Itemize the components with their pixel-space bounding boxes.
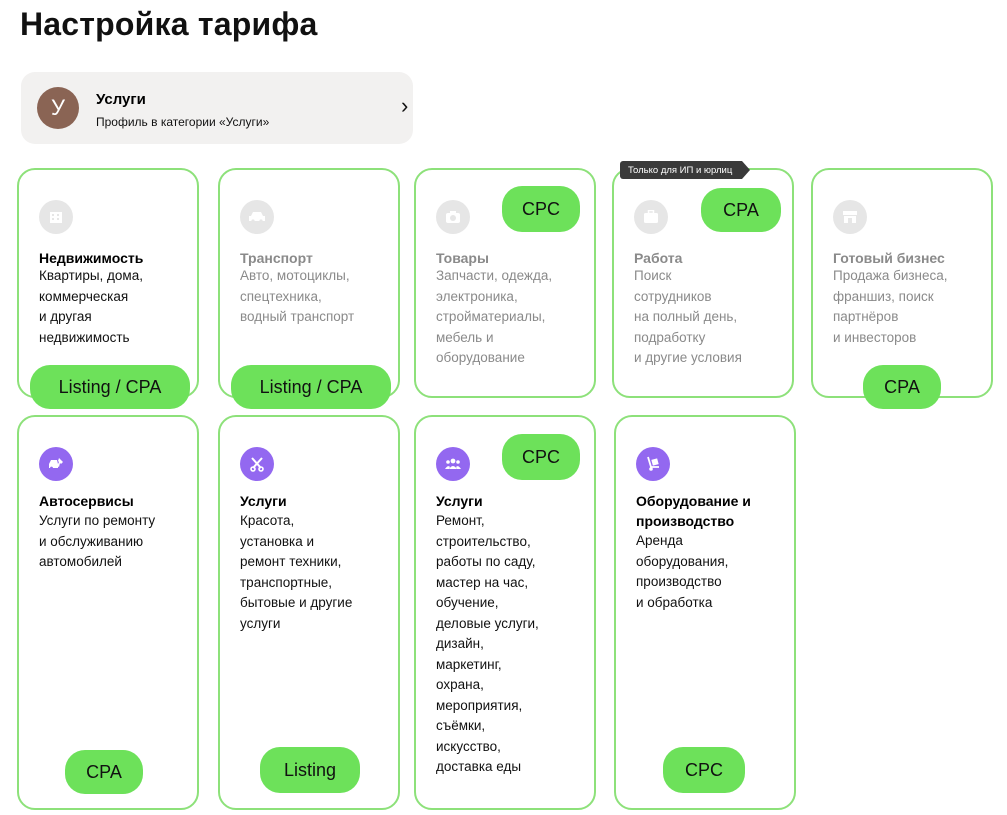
card-desc: Красота, установка и ремонт техники, трансп… bbox=[240, 513, 353, 631]
people-icon bbox=[436, 447, 470, 481]
pricing-pill-cpc[interactable]: CPC bbox=[502, 434, 580, 480]
shop-icon bbox=[833, 200, 867, 234]
card-title: Автосервисы bbox=[39, 493, 134, 509]
pricing-pill-cpa[interactable]: CPA bbox=[65, 750, 143, 794]
card-title: Услуги bbox=[240, 493, 287, 509]
pricing-pill-listing[interactable]: Listing bbox=[260, 747, 360, 793]
card-desc: Услуги по ремонту и обслуживанию автомобил… bbox=[39, 513, 156, 569]
pricing-pill-listing-cpa[interactable]: Listing / CPA bbox=[231, 365, 391, 409]
card-desc: Ремонт, строительство, работы по саду, маст… bbox=[436, 513, 539, 774]
profile-selector[interactable]: У Услуги Профиль в категории «Услуги» › bbox=[21, 72, 413, 144]
card-desc: Аренда оборудования, производство и обработ… bbox=[636, 533, 729, 610]
page-title: Настройка тарифа bbox=[20, 6, 318, 42]
briefcase-icon bbox=[634, 200, 668, 234]
card-title: Оборудование и производство bbox=[636, 493, 751, 529]
card-title: Недвижимость bbox=[39, 250, 144, 266]
pricing-pill-cpc[interactable]: CPC bbox=[663, 747, 745, 793]
card-title: Готовый бизнес bbox=[833, 250, 945, 266]
avatar: У bbox=[37, 87, 79, 129]
legal-entity-badge: Только для ИП и юрлиц bbox=[620, 161, 751, 179]
building-icon bbox=[39, 200, 73, 234]
card-transport[interactable]: Транспорт Авто, мотоциклы, спецтехника, во… bbox=[218, 168, 400, 398]
card-title: Услуги bbox=[436, 493, 483, 509]
profile-name: Услуги bbox=[96, 91, 146, 108]
car-icon bbox=[240, 200, 274, 234]
card-real-estate[interactable]: Недвижимость Квартиры, дома, коммерческая… bbox=[17, 168, 199, 398]
pricing-pill-listing-cpa[interactable]: Listing / CPA bbox=[30, 365, 190, 409]
scissors-icon bbox=[240, 447, 274, 481]
card-title: Транспорт bbox=[240, 250, 313, 266]
car-repair-icon bbox=[39, 447, 73, 481]
chevron-right-icon: › bbox=[401, 93, 409, 118]
card-desc: Продажа бизнеса, франшиз, поиск партнёров и… bbox=[833, 268, 948, 345]
card-title: Работа bbox=[634, 250, 683, 266]
card-desc: Поиск сотрудников на полный день, подработк… bbox=[634, 268, 742, 365]
card-title: Товары bbox=[436, 250, 489, 266]
card-business[interactable]: Готовый бизнес Продажа бизнеса, франшиз, … bbox=[811, 168, 993, 398]
pricing-pill-cpc[interactable]: CPC bbox=[502, 186, 580, 232]
pricing-pill-cpa[interactable]: CPA bbox=[701, 188, 781, 232]
camera-icon bbox=[436, 200, 470, 234]
card-desc: Квартиры, дома, коммерческая и другая недви… bbox=[39, 268, 143, 345]
profile-subtitle: Профиль в категории «Услуги» bbox=[96, 115, 270, 129]
pricing-pill-cpa[interactable]: CPA bbox=[863, 365, 941, 409]
card-desc: Запчасти, одежда, электроника, стройматери… bbox=[436, 268, 553, 365]
hand-truck-icon bbox=[636, 447, 670, 481]
card-desc: Авто, мотоциклы, спецтехника, водный транс… bbox=[240, 268, 355, 324]
